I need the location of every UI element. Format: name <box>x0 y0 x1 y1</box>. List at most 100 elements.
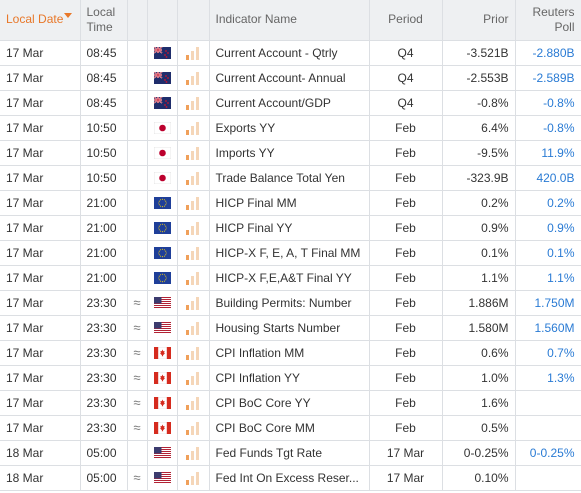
row-time: 08:45 <box>80 90 128 116</box>
jp-flag-icon <box>153 147 171 160</box>
row-importance <box>177 190 210 216</box>
row-importance <box>177 390 210 416</box>
row-period: Feb <box>369 340 443 366</box>
row-importance <box>177 315 210 341</box>
row-indicator-name[interactable]: Housing Starts Number <box>209 315 370 341</box>
row-indicator-name[interactable]: Building Permits: Number <box>209 290 370 316</box>
row-indicator-name[interactable]: CPI Inflation YY <box>209 365 370 391</box>
column-header-local-time[interactable]: Local Time <box>80 0 128 41</box>
row-date: 17 Mar <box>0 65 81 91</box>
row-country <box>147 65 178 91</box>
volatility-icon <box>127 90 148 116</box>
column-header-prior[interactable]: Prior <box>442 0 516 41</box>
table-row[interactable]: 17 Mar 21:00 HICP-X F,E,A&T Final YY Feb 1.1… <box>0 265 581 291</box>
volatility-icon: ≈ <box>127 340 148 366</box>
ca-flag-icon <box>153 347 171 360</box>
volatility-icon <box>127 190 148 216</box>
row-prior: -0.8% <box>442 90 516 116</box>
row-reuters-poll: 0.2% <box>515 190 581 216</box>
row-indicator-name[interactable]: Current Account/GDP <box>209 90 370 116</box>
table-row[interactable]: 17 Mar 21:00 HICP Final MM Feb 0.2% 0.2% <box>0 190 581 216</box>
row-reuters-poll: -2.589B <box>515 65 581 91</box>
row-indicator-name[interactable]: Fed Funds Tgt Rate <box>209 440 370 466</box>
row-importance <box>177 340 210 366</box>
table-row[interactable]: 17 Mar 08:45 Current Account- Annual Q4 -2.5… <box>0 65 581 91</box>
row-time: 05:00 <box>80 465 128 491</box>
row-indicator-name[interactable]: Current Account- Annual <box>209 65 370 91</box>
row-country <box>147 365 178 391</box>
table-row[interactable]: 17 Mar 23:30 ≈ CPI BoC Core MM Feb 0.5% <box>0 415 581 441</box>
row-indicator-name[interactable]: Current Account - Qtrly <box>209 40 370 66</box>
table-row[interactable]: 17 Mar 23:30 ≈ CPI Inflation MM Feb 0.6% 0.7% <box>0 340 581 366</box>
row-importance <box>177 240 210 266</box>
table-row[interactable]: 17 Mar 23:30 ≈ Building Permits: Number Feb 1… <box>0 290 581 316</box>
row-prior: 0.5% <box>442 415 516 441</box>
row-reuters-poll <box>515 415 581 441</box>
row-indicator-name[interactable]: CPI Inflation MM <box>209 340 370 366</box>
row-reuters-poll: 0.7% <box>515 340 581 366</box>
row-period: Feb <box>369 215 443 241</box>
row-indicator-name[interactable]: CPI BoC Core YY <box>209 390 370 416</box>
column-header-local-date[interactable]: Local Date <box>0 0 81 41</box>
table-row[interactable]: 17 Mar 23:30 ≈ CPI Inflation YY Feb 1.0% 1.3% <box>0 365 581 391</box>
row-period: Feb <box>369 140 443 166</box>
row-date: 17 Mar <box>0 215 81 241</box>
importance-bars-icon <box>185 471 199 485</box>
column-header-indicator-name[interactable]: Indicator Name <box>209 0 370 41</box>
row-indicator-name[interactable]: Imports YY <box>209 140 370 166</box>
row-reuters-poll: -0.8% <box>515 90 581 116</box>
table-row[interactable]: 18 Mar 05:00 Fed Funds Tgt Rate 17 Mar 0-0.2… <box>0 440 581 466</box>
table-row[interactable]: 17 Mar 08:45 Current Account/GDP Q4 -0.8% -0.… <box>0 90 581 116</box>
row-date: 17 Mar <box>0 390 81 416</box>
column-header-country <box>147 0 178 41</box>
row-time: 23:30 <box>80 415 128 441</box>
row-importance <box>177 140 210 166</box>
volatility-icon <box>127 240 148 266</box>
table-row[interactable]: 17 Mar 23:30 ≈ CPI BoC Core YY Feb 1.6% <box>0 390 581 416</box>
column-header-period[interactable]: Period <box>369 0 443 41</box>
row-indicator-name[interactable]: CPI BoC Core MM <box>209 415 370 441</box>
volatility-icon <box>127 215 148 241</box>
table-row[interactable]: 17 Mar 10:50 Imports YY Feb -9.5% 11.9% <box>0 140 581 166</box>
row-indicator-name[interactable]: HICP-X F, E, A, T Final MM <box>209 240 370 266</box>
row-reuters-poll: 1.1% <box>515 265 581 291</box>
row-date: 17 Mar <box>0 90 81 116</box>
economic-calendar-table: Local Date Local Time Indicator Name Per… <box>0 0 581 491</box>
row-prior: -3.521B <box>442 40 516 66</box>
row-indicator-name[interactable]: HICP Final YY <box>209 215 370 241</box>
us-flag-icon <box>153 297 171 310</box>
row-indicator-name[interactable]: HICP-X F,E,A&T Final YY <box>209 265 370 291</box>
row-indicator-name[interactable]: Fed Int On Excess Reser... <box>209 465 370 491</box>
row-period: 17 Mar <box>369 440 443 466</box>
table-row[interactable]: 17 Mar 10:50 Exports YY Feb 6.4% -0.8% <box>0 115 581 141</box>
column-header-reuters-poll[interactable]: Reuters Poll <box>515 0 581 41</box>
column-header-importance <box>177 0 210 41</box>
row-period: Q4 <box>369 40 443 66</box>
row-date: 18 Mar <box>0 440 81 466</box>
table-row[interactable]: 17 Mar 21:00 HICP Final YY Feb 0.9% 0.9% <box>0 215 581 241</box>
importance-bars-icon <box>185 346 199 360</box>
table-row[interactable]: 17 Mar 21:00 HICP-X F, E, A, T Final MM Feb… <box>0 240 581 266</box>
row-period: Feb <box>369 265 443 291</box>
local-time-label: Local Time <box>86 4 116 34</box>
table-row[interactable]: 17 Mar 08:45 Current Account - Qtrly Q4 -3.5… <box>0 40 581 66</box>
us-flag-icon <box>153 322 171 335</box>
row-date: 17 Mar <box>0 140 81 166</box>
importance-bars-icon <box>185 271 199 285</box>
row-prior: 1.580M <box>442 315 516 341</box>
table-row[interactable]: 18 Mar 05:00 ≈ Fed Int On Excess Reser... 17… <box>0 465 581 491</box>
table-row[interactable]: 17 Mar 10:50 Trade Balance Total Yen Feb -32… <box>0 165 581 191</box>
row-reuters-poll: 1.560M <box>515 315 581 341</box>
prior-label: Prior <box>483 12 509 27</box>
row-reuters-poll: 420.0B <box>515 165 581 191</box>
table-row[interactable]: 17 Mar 23:30 ≈ Housing Starts Number Feb 1.58… <box>0 315 581 341</box>
row-indicator-name[interactable]: Trade Balance Total Yen <box>209 165 370 191</box>
importance-bars-icon <box>185 421 199 435</box>
row-prior: 1.1% <box>442 265 516 291</box>
row-prior: 0.10% <box>442 465 516 491</box>
column-header-volatility <box>127 0 148 41</box>
row-indicator-name[interactable]: Exports YY <box>209 115 370 141</box>
row-indicator-name[interactable]: HICP Final MM <box>209 190 370 216</box>
table-body: 17 Mar 08:45 Current Account - Qtrly Q4 -3.5… <box>0 40 581 491</box>
row-date: 17 Mar <box>0 190 81 216</box>
